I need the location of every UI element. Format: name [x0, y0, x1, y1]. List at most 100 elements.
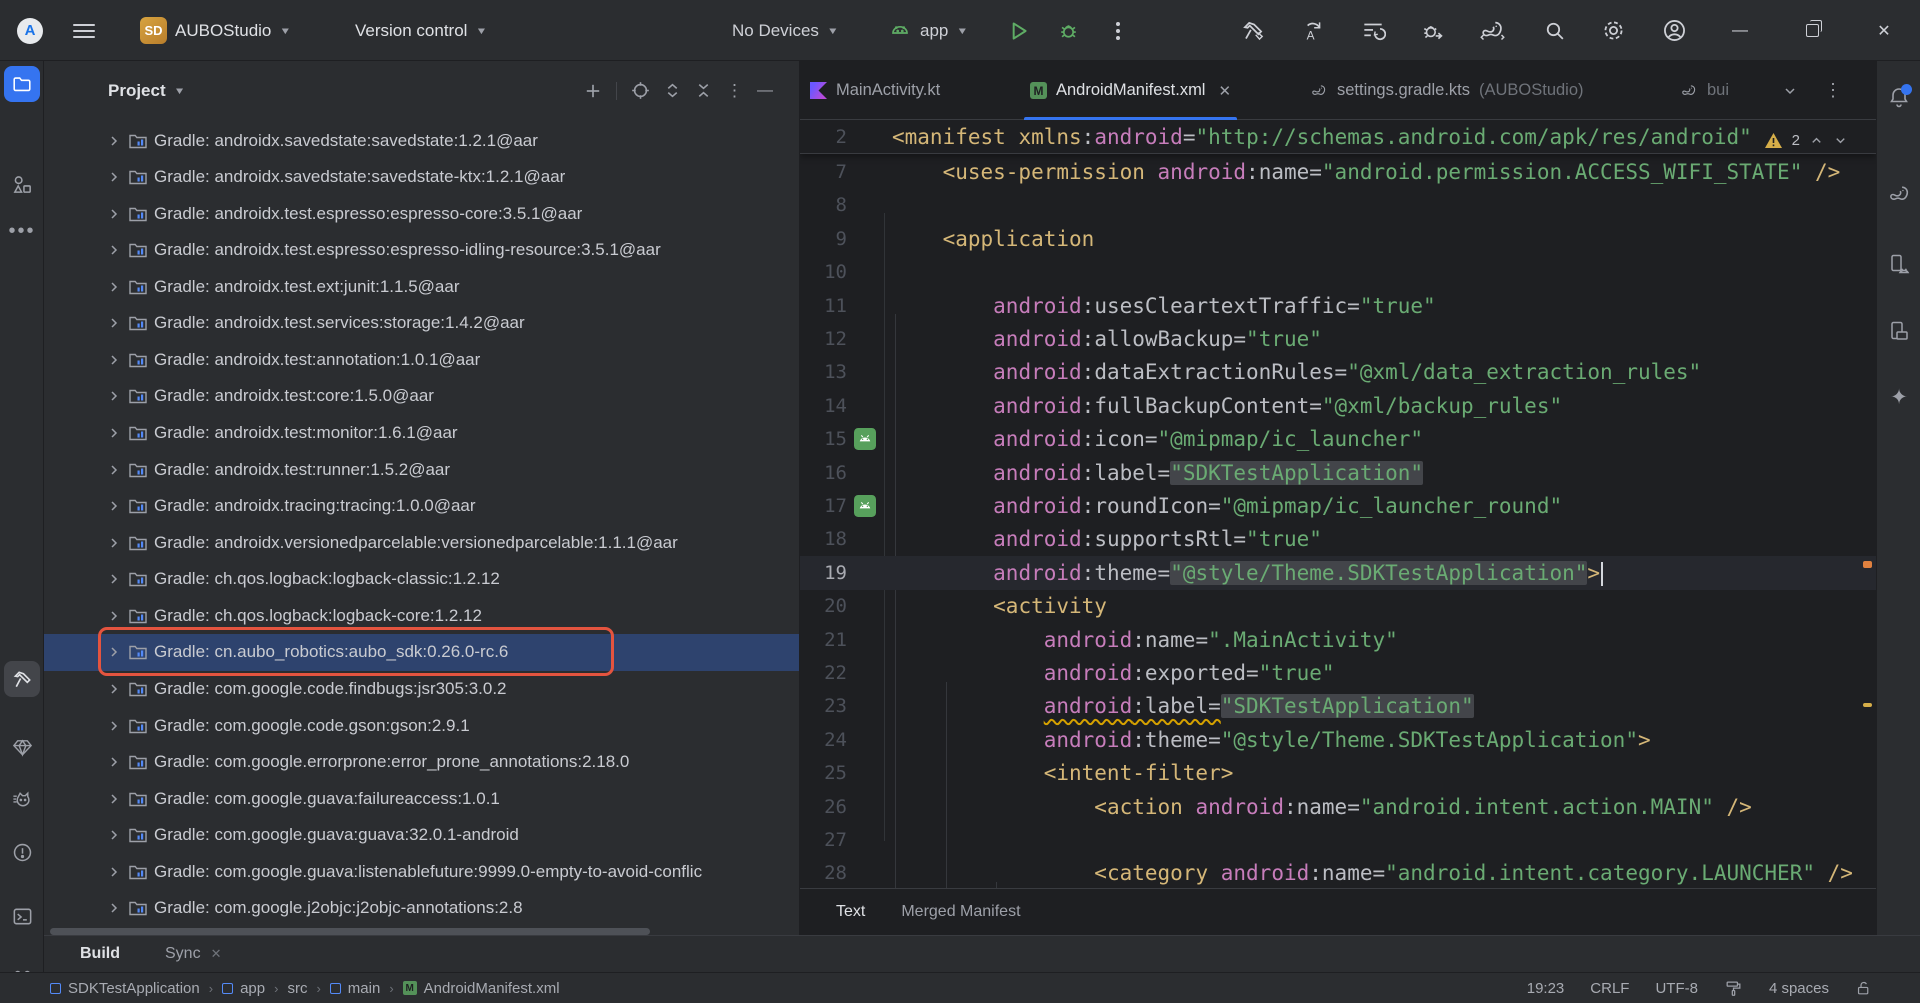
code-line[interactable]: 14 android:fullBackupContent="@xml/backu…: [800, 389, 1876, 423]
logcat-tool-button[interactable]: [4, 781, 40, 817]
add-icon[interactable]: [584, 82, 602, 100]
close-button[interactable]: ✕: [1856, 0, 1912, 61]
collapse-all-icon[interactable]: [695, 82, 712, 99]
tab-options-kebab-icon[interactable]: ⋮: [1824, 61, 1842, 120]
main-menu-button[interactable]: [73, 0, 95, 61]
gradle-tool-button[interactable]: [1881, 176, 1917, 212]
tab-sync[interactable]: Sync ✕: [165, 945, 221, 963]
chevron-right-icon[interactable]: [106, 900, 128, 916]
tree-item[interactable]: Gradle: com.google.code.findbugs:jsr305:…: [44, 671, 799, 708]
android-gutter-icon[interactable]: [854, 495, 876, 517]
code-line[interactable]: 24 android:theme="@style/Theme.SDKTestAp…: [800, 723, 1876, 757]
tree-item[interactable]: Gradle: com.google.guava:guava:32.0.1-an…: [44, 817, 799, 854]
indent-setting[interactable]: 4 spaces: [1769, 980, 1829, 997]
hide-panel-icon[interactable]: —: [757, 82, 773, 100]
tree-item[interactable]: Gradle: androidx.versionedparcelable:ver…: [44, 524, 799, 561]
tree-item[interactable]: Gradle: androidx.savedstate:savedstate-k…: [44, 159, 799, 196]
running-devices-tool-button[interactable]: [1881, 313, 1917, 349]
device-manager-tool-button[interactable]: [1881, 246, 1917, 282]
code-line[interactable]: 25 <intent-filter>: [800, 756, 1876, 790]
code-line[interactable]: 18 android:supportsRtl="true": [800, 522, 1876, 556]
run-button[interactable]: [1005, 0, 1031, 61]
code-line[interactable]: 10: [800, 255, 1876, 289]
chevron-right-icon[interactable]: [106, 388, 128, 404]
code-line[interactable]: 15 android:icon="@mipmap/ic_launcher": [800, 422, 1876, 456]
editor-tab-settings-gradle-kts[interactable]: settings.gradle.kts (AUBOStudio): [1310, 61, 1584, 120]
notifications-tool-button[interactable]: [1881, 79, 1917, 115]
code-line[interactable]: 16 android:label="SDKTestApplication": [800, 456, 1876, 490]
account-icon[interactable]: [1661, 0, 1688, 61]
code-line[interactable]: 27: [800, 823, 1876, 857]
tree-item[interactable]: Gradle: androidx.test:annotation:1.0.1@a…: [44, 341, 799, 378]
breadcrumb-item[interactable]: app: [222, 980, 265, 997]
chevron-right-icon[interactable]: [106, 827, 128, 843]
chevron-right-icon[interactable]: [106, 206, 128, 222]
sync-language-button[interactable]: A: [1299, 0, 1325, 61]
chevron-right-icon[interactable]: [106, 498, 128, 514]
resource-manager-tool-button[interactable]: [4, 166, 40, 202]
chevron-right-icon[interactable]: [106, 352, 128, 368]
chevron-right-icon[interactable]: [106, 279, 128, 295]
code-line[interactable]: 7 <uses-permission android:name="android…: [800, 155, 1876, 189]
close-icon[interactable]: ✕: [211, 946, 222, 962]
code-line[interactable]: 17 android:roundIcon="@mipmap/ic_launche…: [800, 489, 1876, 523]
tree-item[interactable]: Gradle: com.google.guava:listenablefutur…: [44, 853, 799, 890]
more-tool-windows-button[interactable]: •••: [4, 213, 40, 249]
gradle-sync-button[interactable]: [1479, 0, 1506, 61]
code-line[interactable]: 21 android:name=".MainActivity": [800, 623, 1876, 657]
chevron-right-icon[interactable]: [106, 315, 128, 331]
encoding[interactable]: UTF-8: [1655, 980, 1698, 997]
code-line[interactable]: 26 <action android:name="android.intent.…: [800, 790, 1876, 824]
project-view-selector[interactable]: Project ▼: [108, 81, 186, 101]
hidden-tabs-chevron-icon[interactable]: [1782, 61, 1798, 120]
terminal-tool-button[interactable]: [4, 898, 40, 934]
code-line[interactable]: 12 android:allowBackup="true": [800, 322, 1876, 356]
chevron-right-icon[interactable]: [106, 644, 128, 660]
tree-item[interactable]: Gradle: com.google.code.gson:gson:2.9.1: [44, 707, 799, 744]
editor-tab-androidmanifest-xml[interactable]: MAndroidManifest.xml✕: [1030, 61, 1231, 120]
expand-all-icon[interactable]: [664, 82, 681, 99]
breadcrumb-item[interactable]: SDKTestApplication: [50, 980, 200, 997]
code-line[interactable]: 28 <category android:name="android.inten…: [800, 856, 1876, 888]
device-selector[interactable]: No Devices▼: [732, 0, 839, 61]
chevron-right-icon[interactable]: [106, 462, 128, 478]
code-line[interactable]: 9 <application: [800, 222, 1876, 256]
chevron-right-icon[interactable]: [106, 535, 128, 551]
tree-item[interactable]: Gradle: com.google.guava:failureaccess:1…: [44, 780, 799, 817]
tree-item[interactable]: Gradle: androidx.test:monitor:1.6.1@aar: [44, 415, 799, 452]
paint-roller-icon[interactable]: [1724, 979, 1743, 998]
inspection-widget[interactable]: 2: [1764, 127, 1848, 153]
minimize-button[interactable]: —: [1712, 0, 1768, 61]
line-separator[interactable]: CRLF: [1590, 980, 1629, 997]
android-gutter-icon[interactable]: [854, 428, 876, 450]
maximize-button[interactable]: [1784, 0, 1840, 61]
code-line[interactable]: 11 android:usesCleartextTraffic="true": [800, 289, 1876, 323]
project-widget[interactable]: SD AUBOStudio ▼: [140, 0, 291, 61]
tree-item[interactable]: Gradle: ch.qos.logback:logback-classic:1…: [44, 561, 799, 598]
prev-problem-icon[interactable]: [1809, 133, 1824, 148]
editor-tab-mainactivity-kt[interactable]: MainActivity.kt: [810, 61, 940, 120]
app-quality-insights-tool-button[interactable]: [4, 729, 40, 765]
unlock-icon[interactable]: [1855, 980, 1872, 997]
build-project-button[interactable]: [1240, 0, 1266, 61]
tree-item[interactable]: Gradle: com.google.j2objc:j2objc-annotat…: [44, 890, 799, 927]
chevron-right-icon[interactable]: [106, 791, 128, 807]
code-line[interactable]: 19 android:theme="@style/Theme.SDKTestAp…: [800, 556, 1876, 590]
vcs-widget[interactable]: Version control▼: [355, 0, 487, 61]
tree-item[interactable]: Gradle: androidx.test.services:storage:1…: [44, 305, 799, 342]
tree-item-selected[interactable]: Gradle: cn.aubo_robotics:aubo_sdk:0.26.0…: [44, 634, 799, 671]
breadcrumb-item[interactable]: main: [330, 980, 381, 997]
chevron-right-icon[interactable]: [106, 718, 128, 734]
chevron-right-icon[interactable]: [106, 608, 128, 624]
options-kebab-icon[interactable]: ⋮: [726, 81, 743, 101]
chevron-right-icon[interactable]: [106, 571, 128, 587]
chevron-right-icon[interactable]: [106, 133, 128, 149]
locate-file-icon[interactable]: [631, 81, 650, 100]
breadcrumb-item[interactable]: src: [287, 980, 307, 997]
caret-position[interactable]: 19:23: [1527, 980, 1565, 997]
tree-item[interactable]: Gradle: androidx.test:core:1.5.0@aar: [44, 378, 799, 415]
ai-assistant-tool-button[interactable]: ✦: [1881, 379, 1917, 415]
code-editor[interactable]: 2<manifest xmlns:android="http://schemas…: [800, 120, 1876, 888]
code-line[interactable]: 23 android:label="SDKTestApplication": [800, 689, 1876, 723]
tree-item[interactable]: Gradle: androidx.test.ext:junit:1.1.5@aa…: [44, 268, 799, 305]
